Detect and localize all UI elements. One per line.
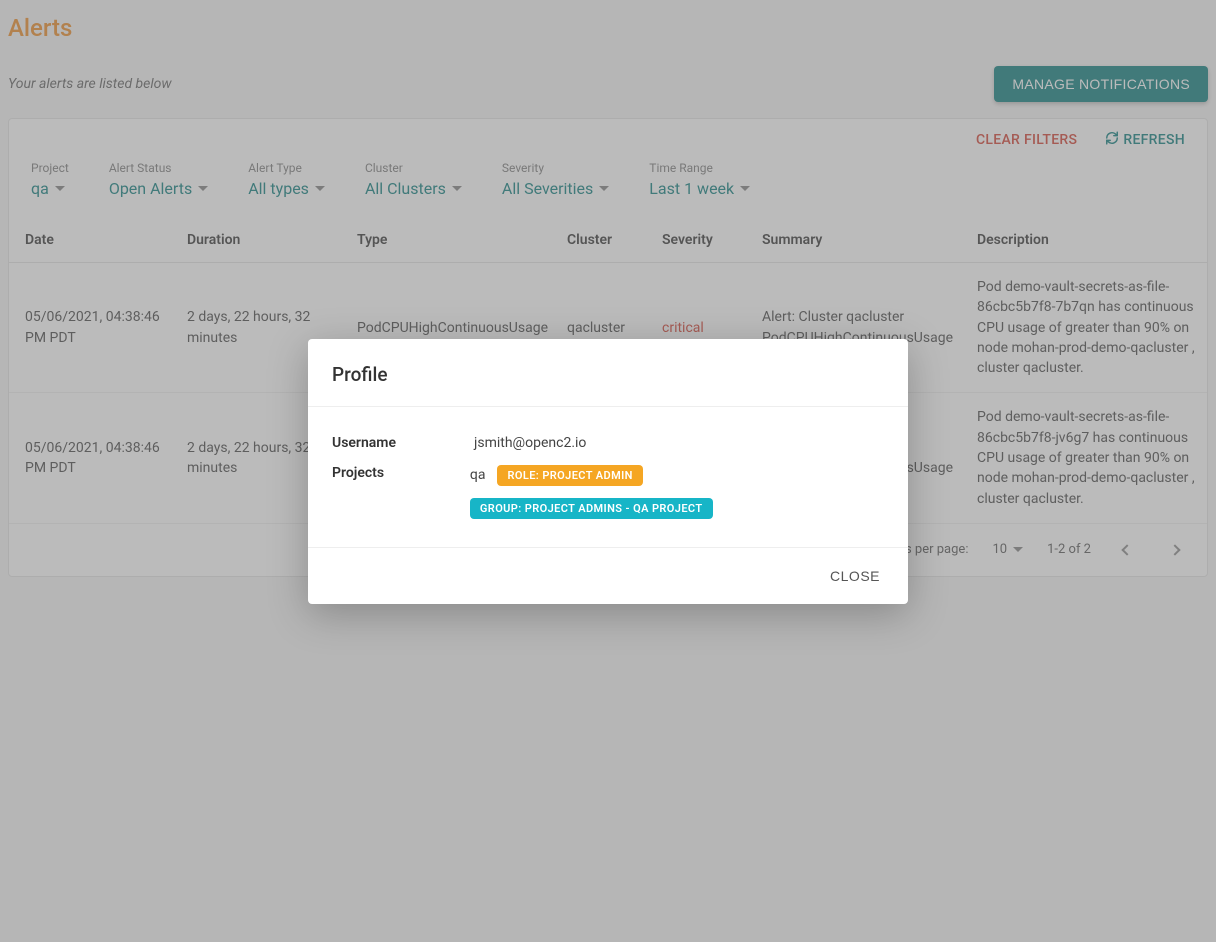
group-chip: GROUP: PROJECT ADMINS - QA PROJECT — [470, 498, 713, 519]
modal-overlay[interactable]: Profile Username jsmith@openc2.io Projec… — [0, 0, 1216, 942]
project-name: qa — [470, 467, 486, 483]
projects-value: qa ROLE: PROJECT ADMIN GROUP: PROJECT AD… — [470, 465, 884, 519]
username-value: jsmith@openc2.io — [474, 435, 586, 451]
username-label: Username — [332, 435, 462, 451]
modal-footer: CLOSE — [308, 548, 908, 604]
field-username: Username jsmith@openc2.io — [332, 435, 884, 451]
modal-title: Profile — [332, 363, 884, 386]
close-button[interactable]: CLOSE — [822, 562, 888, 590]
modal-body: Username jsmith@openc2.io Projects qa RO… — [308, 407, 908, 548]
field-projects: Projects qa ROLE: PROJECT ADMIN GROUP: P… — [332, 465, 884, 519]
modal-header: Profile — [308, 339, 908, 407]
profile-modal: Profile Username jsmith@openc2.io Projec… — [308, 339, 908, 604]
projects-label: Projects — [332, 465, 458, 481]
role-chip: ROLE: PROJECT ADMIN — [497, 465, 642, 486]
